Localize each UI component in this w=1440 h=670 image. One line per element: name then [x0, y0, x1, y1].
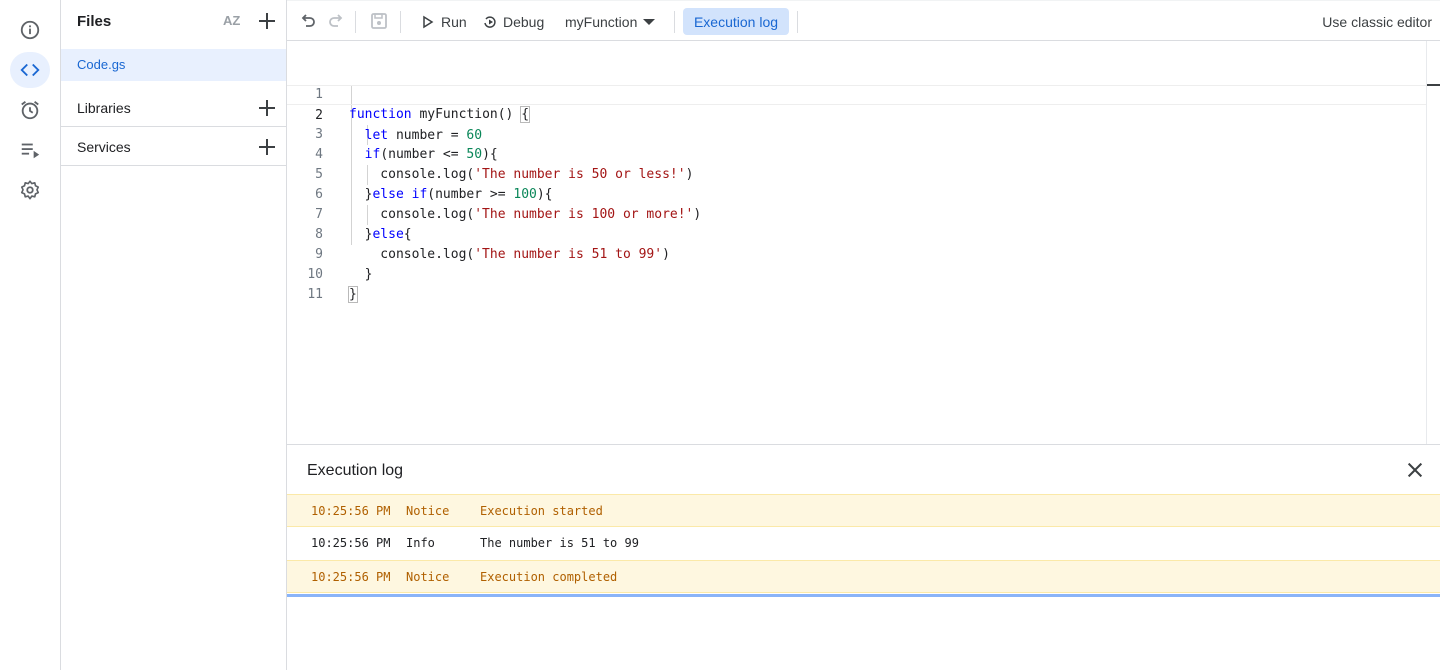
editor-button[interactable]	[10, 52, 50, 88]
executions-button[interactable]	[10, 132, 50, 168]
code-line: 11	[287, 265, 1426, 302]
code-line: 1 function myFunction() {	[287, 65, 1426, 123]
overview-button[interactable]	[10, 12, 50, 48]
log-time: 10:25:56 PM	[311, 570, 391, 584]
log-message: Execution completed	[480, 570, 618, 584]
log-level: Notice	[406, 504, 450, 518]
code-line: 3 if(number <= 50){	[287, 105, 1426, 162]
debug-label: Debug	[503, 14, 545, 30]
code-line: 4 console.log('The number is 50 or less!…	[287, 125, 1426, 182]
redo-icon[interactable]	[326, 11, 346, 31]
execution-log-button[interactable]: Execution log	[683, 8, 789, 35]
log-row: 10:25:56 PM Notice Execution started	[287, 494, 1440, 527]
save-icon[interactable]	[369, 11, 389, 31]
code-editor[interactable]: 1 function myFunction() { 2 let number =…	[287, 41, 1426, 444]
log-bottom-border	[287, 594, 1440, 597]
close-icon[interactable]	[1405, 460, 1425, 480]
libraries-section: Libraries	[61, 88, 286, 127]
code-line: 10 }	[287, 245, 1426, 303]
log-row: 10:25:56 PM Notice Execution completed	[287, 560, 1440, 593]
use-classic-editor-button[interactable]: Use classic editor	[1322, 14, 1432, 30]
chevron-down-icon	[643, 19, 656, 25]
function-select[interactable]: myFunction	[565, 9, 656, 35]
files-panel: Files AZ Code.gs Libraries Services	[61, 0, 287, 670]
log-level: Info	[406, 536, 435, 550]
execution-log-title: Execution log	[307, 462, 404, 479]
execution-log-panel: Execution log 10:25:56 PM Notice Executi…	[287, 444, 1440, 670]
add-library-icon[interactable]	[256, 97, 278, 119]
toolbar-divider	[400, 11, 401, 33]
function-name: myFunction	[565, 14, 638, 30]
file-name: Code.gs	[77, 57, 126, 72]
services-section: Services	[61, 127, 286, 166]
libraries-label: Libraries	[77, 100, 131, 116]
toolbar-divider	[674, 11, 675, 33]
add-file-icon[interactable]	[256, 10, 278, 32]
log-message: Execution started	[480, 504, 603, 518]
code-line: 8 console.log('The number is 51 to 99')	[287, 205, 1426, 262]
code-icon	[20, 63, 40, 77]
line-number: 11	[307, 287, 323, 302]
toolbar: Run Debug myFunction Execution log Use c…	[287, 0, 1440, 41]
services-label: Services	[77, 139, 131, 155]
gear-icon	[20, 180, 40, 200]
code-line: 6 console.log('The number is 100 or more…	[287, 165, 1426, 222]
code-line-current: 2 let number = 60	[287, 85, 1426, 143]
debug-icon	[484, 16, 496, 28]
toolbar-divider	[355, 11, 356, 33]
files-title: Files	[77, 13, 112, 30]
editor-scrollbar[interactable]	[1426, 41, 1440, 444]
files-header: Files AZ	[61, 0, 286, 41]
run-label: Run	[441, 14, 467, 30]
run-button[interactable]: Run	[421, 9, 467, 35]
code-line: 9 }	[287, 225, 1426, 282]
settings-button[interactable]	[10, 172, 50, 208]
code-line: 7 }else{	[287, 185, 1426, 242]
add-service-icon[interactable]	[256, 136, 278, 158]
log-time: 10:25:56 PM	[311, 536, 391, 550]
cursor-position-marker	[1427, 84, 1440, 86]
log-row: 10:25:56 PM Info The number is 51 to 99	[287, 527, 1440, 560]
executions-list-icon	[21, 143, 40, 159]
log-level: Notice	[406, 570, 450, 584]
log-time: 10:25:56 PM	[311, 504, 391, 518]
sort-az-icon[interactable]: AZ	[223, 10, 245, 32]
undo-icon[interactable]	[298, 11, 318, 31]
left-rail	[0, 0, 61, 670]
info-icon	[20, 20, 40, 40]
toolbar-divider	[797, 11, 798, 33]
play-icon	[423, 15, 434, 29]
file-item-code-gs[interactable]: Code.gs	[61, 49, 286, 81]
log-message: The number is 51 to 99	[480, 536, 639, 550]
code-line: 5 }else if(number >= 100){	[287, 145, 1426, 202]
debug-button[interactable]: Debug	[483, 9, 544, 35]
alarm-clock-icon	[21, 101, 39, 120]
triggers-button[interactable]	[10, 92, 50, 128]
